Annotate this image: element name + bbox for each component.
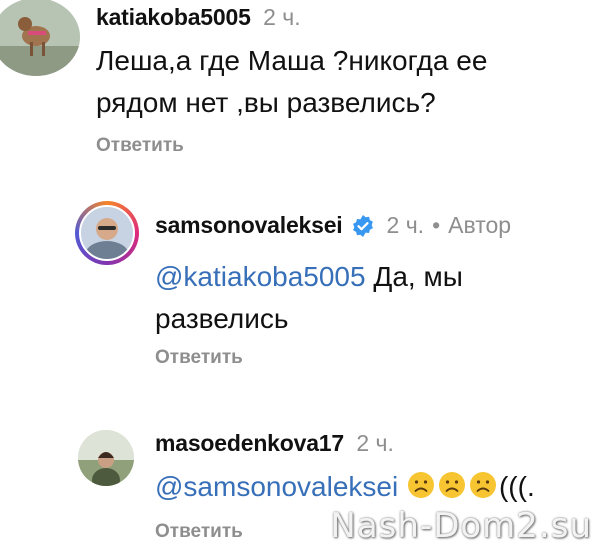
username[interactable]: masoedenkova17 xyxy=(155,430,344,456)
comment-header: samsonovaleksei 2 ч. • Автор xyxy=(155,212,511,239)
reply-button[interactable]: Ответить xyxy=(155,347,243,369)
comment-suffix: (((. xyxy=(498,471,535,502)
comment-header: masoedenkova17 2 ч. xyxy=(155,430,394,457)
verified-badge-icon xyxy=(352,214,373,237)
comment-header: katiakoba5005 2 ч. xyxy=(96,4,301,31)
comment-text: Леша,а где Маша ?никогда ее рядом нет ,в… xyxy=(96,45,488,118)
separator: • xyxy=(432,212,441,238)
watermark: Nash-Dom2.su xyxy=(330,506,592,546)
sad-face-icon xyxy=(438,472,465,498)
avatar[interactable] xyxy=(79,205,135,261)
comment-time: 2 ч. xyxy=(263,4,301,30)
comment-text: @katiakoba5005 Да, мы развелись xyxy=(155,256,575,340)
reply-button[interactable]: Ответить xyxy=(155,521,243,543)
mention-link[interactable]: @katiakoba5005 xyxy=(155,261,366,292)
username[interactable]: katiakoba5005 xyxy=(96,4,251,30)
comment-time: 2 ч. xyxy=(356,430,394,456)
mention-link[interactable]: @samsonovaleksei xyxy=(155,471,398,502)
username[interactable]: samsonovaleksei xyxy=(155,212,343,239)
comment-text: @samsonovaleksei (((. xyxy=(155,466,595,508)
sad-face-icon xyxy=(469,472,496,498)
comment-time: 2 ч. xyxy=(386,212,425,238)
avatar[interactable] xyxy=(0,0,80,76)
sad-face-icon xyxy=(407,472,434,498)
avatar[interactable] xyxy=(78,430,134,486)
author-label: Автор xyxy=(448,212,512,238)
reply-button[interactable]: Ответить xyxy=(96,135,184,157)
